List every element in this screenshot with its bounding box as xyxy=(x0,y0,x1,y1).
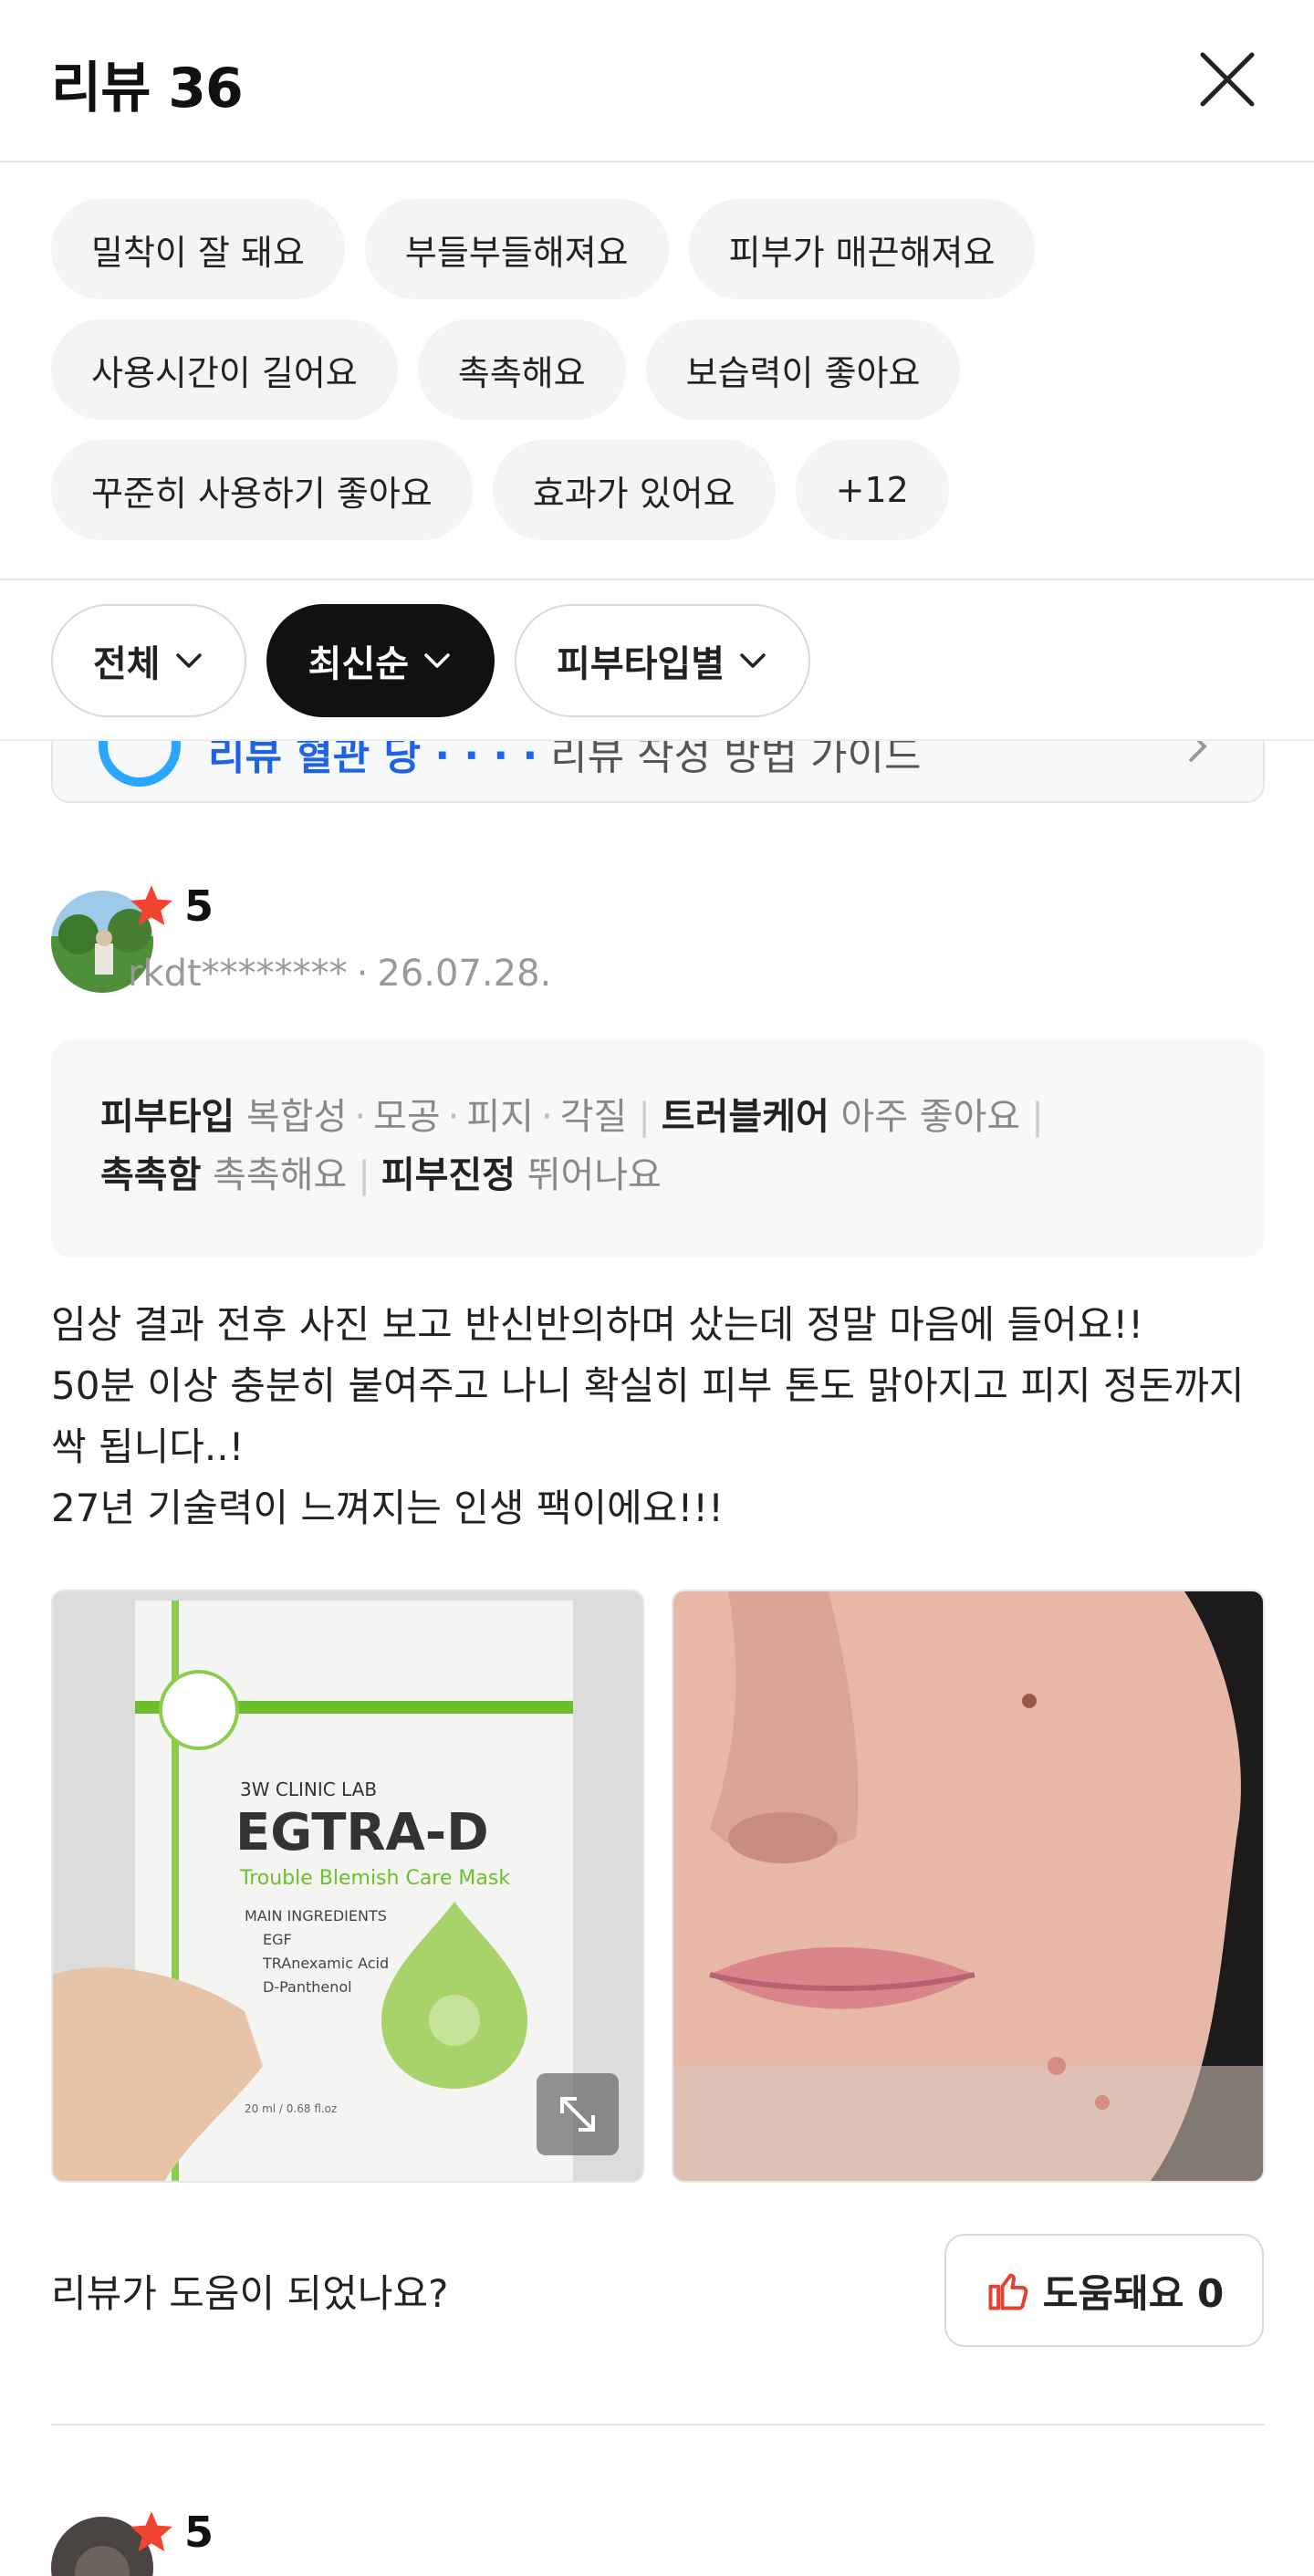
skin-type-value: 모공 xyxy=(373,1096,441,1138)
package-volume: 20 ml / 0.68 fl.oz xyxy=(245,2102,338,2115)
filter-label: 최신순 xyxy=(308,643,410,685)
trouble-care-label: 트러블케어 xyxy=(661,1096,829,1138)
helpful-label: 도움돼요 0 xyxy=(1042,2270,1225,2316)
thumbs-up-icon xyxy=(988,2273,1028,2310)
rating-value: 5 xyxy=(184,881,214,931)
banner-text: 리뷰 작성 방법 가이드 xyxy=(550,741,922,779)
keyword-chip[interactable]: 부들부들해져요 xyxy=(364,199,669,299)
review-rating: 5 xyxy=(128,881,214,931)
review-text-line: 50분 이상 충분히 붙여주고 나니 확실히 피부 톤도 맑아지고 피지 정돈까… xyxy=(51,1363,1245,1408)
package-name: EGTRA-D xyxy=(235,1803,489,1862)
close-button[interactable] xyxy=(1199,51,1256,108)
skin-type-value: 각질 xyxy=(559,1096,628,1138)
rating-value: 5 xyxy=(184,2508,214,2557)
skin-type-label: 피부타입 xyxy=(100,1096,235,1138)
more-keywords-chip[interactable]: +12 xyxy=(795,440,949,540)
keyword-chip[interactable]: 효과가 있어요 xyxy=(492,440,776,540)
chevron-down-icon xyxy=(740,653,766,668)
keyword-chip-list: 밀착이 잘 돼요 부들부들해져요 피부가 매끈해져요 사용시간이 길어요 촉촉해… xyxy=(51,199,1274,540)
soothing-label: 피부진정 xyxy=(381,1154,516,1196)
keyword-chip[interactable]: 꾸준히 사용하기 좋아요 xyxy=(51,440,473,540)
skin-info-box: 피부타입 복합성 · 모공 · 피지 · 각질 | 트러블케어 아주 좋아요 | 촉촉함 촉촉해요… xyxy=(51,1040,1265,1257)
review-header: 리뷰 36 xyxy=(0,0,1314,162)
filter-label: 전체 xyxy=(93,643,161,685)
review-meta: rkdt******** · 26.07.28. xyxy=(128,953,552,995)
review-photo-skin[interactable] xyxy=(672,1590,1265,2183)
review-guide-banner[interactable]: 리뷰 혈관 당 ∙ ∙ ∙ ∙ 리뷰 작성 방법 가이드 xyxy=(0,741,1314,805)
divider xyxy=(0,739,1314,741)
filter-all-dropdown[interactable]: 전체 xyxy=(51,604,246,717)
review-text-line: 임상 결과 전후 사진 보고 반신반의하며 샀는데 정말 마음에 들어요!! xyxy=(51,1302,1144,1347)
package-ingredient: EGF xyxy=(263,1931,292,1948)
chat-icon xyxy=(99,741,181,787)
helpful-question: 리뷰가 도움이 되었나요? xyxy=(51,2271,449,2316)
close-icon xyxy=(1200,52,1255,107)
expand-photo-button[interactable] xyxy=(537,2073,619,2155)
skin-type-value: 복합성 xyxy=(245,1096,348,1138)
review-text: 임상 결과 전후 사진 보고 반신반의하며 샀는데 정말 마음에 들어요!! 5… xyxy=(51,1294,1265,1538)
star-icon xyxy=(130,2511,172,2552)
review-text-line: 싹 됩니다..! xyxy=(51,1424,245,1469)
skin-type-value: 피지 xyxy=(466,1096,534,1138)
keyword-chip[interactable]: 밀착이 잘 돼요 xyxy=(51,199,345,299)
divider xyxy=(51,2424,1265,2425)
package-brand: 3W CLINIC LAB xyxy=(240,1778,378,1800)
sort-latest-dropdown[interactable]: 최신순 xyxy=(266,604,495,717)
review-photo-product[interactable]: 3W CLINIC LAB EGTRA-D Trouble Blemish Ca… xyxy=(51,1590,644,2183)
expand-icon xyxy=(560,2097,595,2132)
helpful-button[interactable]: 도움돼요 0 xyxy=(944,2234,1264,2347)
filter-skin-type-dropdown[interactable]: 피부타입별 xyxy=(515,604,811,717)
review-text-line: 27년 기술력이 느껴지는 인생 팩이에요!!! xyxy=(51,1486,724,1530)
review-date: 26.07.28. xyxy=(377,953,552,995)
banner-highlight: 리뷰 혈관 당 ∙ ∙ ∙ ∙ xyxy=(208,741,538,779)
chevron-right-icon xyxy=(1186,741,1208,774)
trouble-care-value: 아주 좋아요 xyxy=(840,1096,1021,1138)
soothing-value: 뛰어나요 xyxy=(527,1154,662,1196)
review-author: rkdt******** xyxy=(128,953,348,995)
keyword-chip[interactable]: 보습력이 좋아요 xyxy=(645,319,961,420)
star-icon xyxy=(130,885,172,926)
divider xyxy=(0,579,1314,580)
keyword-chip[interactable]: 피부가 매끈해져요 xyxy=(688,199,1036,299)
page-title: 리뷰 36 xyxy=(51,57,244,120)
review-rating: 5 xyxy=(128,2508,214,2557)
chevron-down-icon xyxy=(175,653,202,668)
package-ingredients-title: MAIN INGREDIENTS xyxy=(245,1907,387,1924)
filter-label: 피부타입별 xyxy=(557,643,725,685)
package-ingredient: TRAnexamic Acid xyxy=(263,1955,390,1972)
filter-bar: 전체 최신순 피부타입별 xyxy=(51,604,811,717)
package-subtitle: Trouble Blemish Care Mask xyxy=(240,1867,511,1890)
moisture-label: 촉촉함 xyxy=(100,1154,202,1196)
package-ingredient: D-Panthenol xyxy=(263,1978,352,1996)
chevron-down-icon xyxy=(424,653,450,668)
keyword-chip[interactable]: 촉촉해요 xyxy=(417,319,626,420)
moisture-value: 촉촉해요 xyxy=(213,1154,348,1196)
keyword-chip[interactable]: 사용시간이 길어요 xyxy=(51,319,398,420)
